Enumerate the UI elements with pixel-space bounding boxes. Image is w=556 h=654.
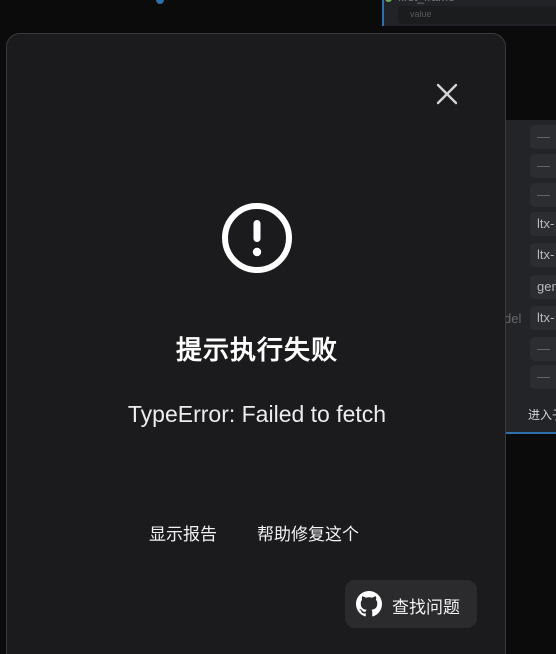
enter-subgraph-button: 进入子	[528, 408, 556, 422]
show-report-button[interactable]: 显示报告	[149, 520, 217, 545]
panel-row: ltx-	[530, 306, 556, 330]
app-canvas: first_frame value — — — ltx- ltx- gen lt…	[0, 0, 556, 654]
panel-row: —	[530, 365, 556, 389]
github-icon	[356, 591, 382, 617]
panel-row: —	[530, 154, 556, 178]
help-fix-button[interactable]: 帮助修复这个	[257, 520, 359, 545]
panel-row: ltx-	[530, 212, 556, 236]
error-dialog: 提示执行失败 TypeError: Failed to fetch 显示报告 帮…	[6, 33, 506, 654]
find-issues-button[interactable]: 查找问题	[345, 580, 477, 628]
node-value-label: value	[410, 9, 432, 19]
model-label: del	[504, 311, 522, 326]
connection-dot	[156, 0, 164, 4]
close-button[interactable]	[431, 78, 463, 110]
exclamation-circle-icon	[219, 200, 295, 276]
error-message: TypeError: Failed to fetch	[127, 401, 387, 427]
panel-row: —	[530, 337, 556, 361]
panel-row: —	[530, 183, 556, 207]
close-icon	[436, 83, 458, 105]
find-issues-label: 查找问题	[392, 598, 460, 617]
dialog-title: 提示执行失败	[175, 335, 338, 365]
panel-row: gen	[530, 275, 556, 299]
panel-row: ltx-	[530, 243, 556, 267]
panel-row: —	[530, 125, 556, 149]
node-title: first_frame	[398, 0, 455, 4]
node-value-field: value	[398, 6, 556, 24]
node-status-dot	[385, 0, 392, 2]
background-node: first_frame value	[382, 0, 556, 26]
